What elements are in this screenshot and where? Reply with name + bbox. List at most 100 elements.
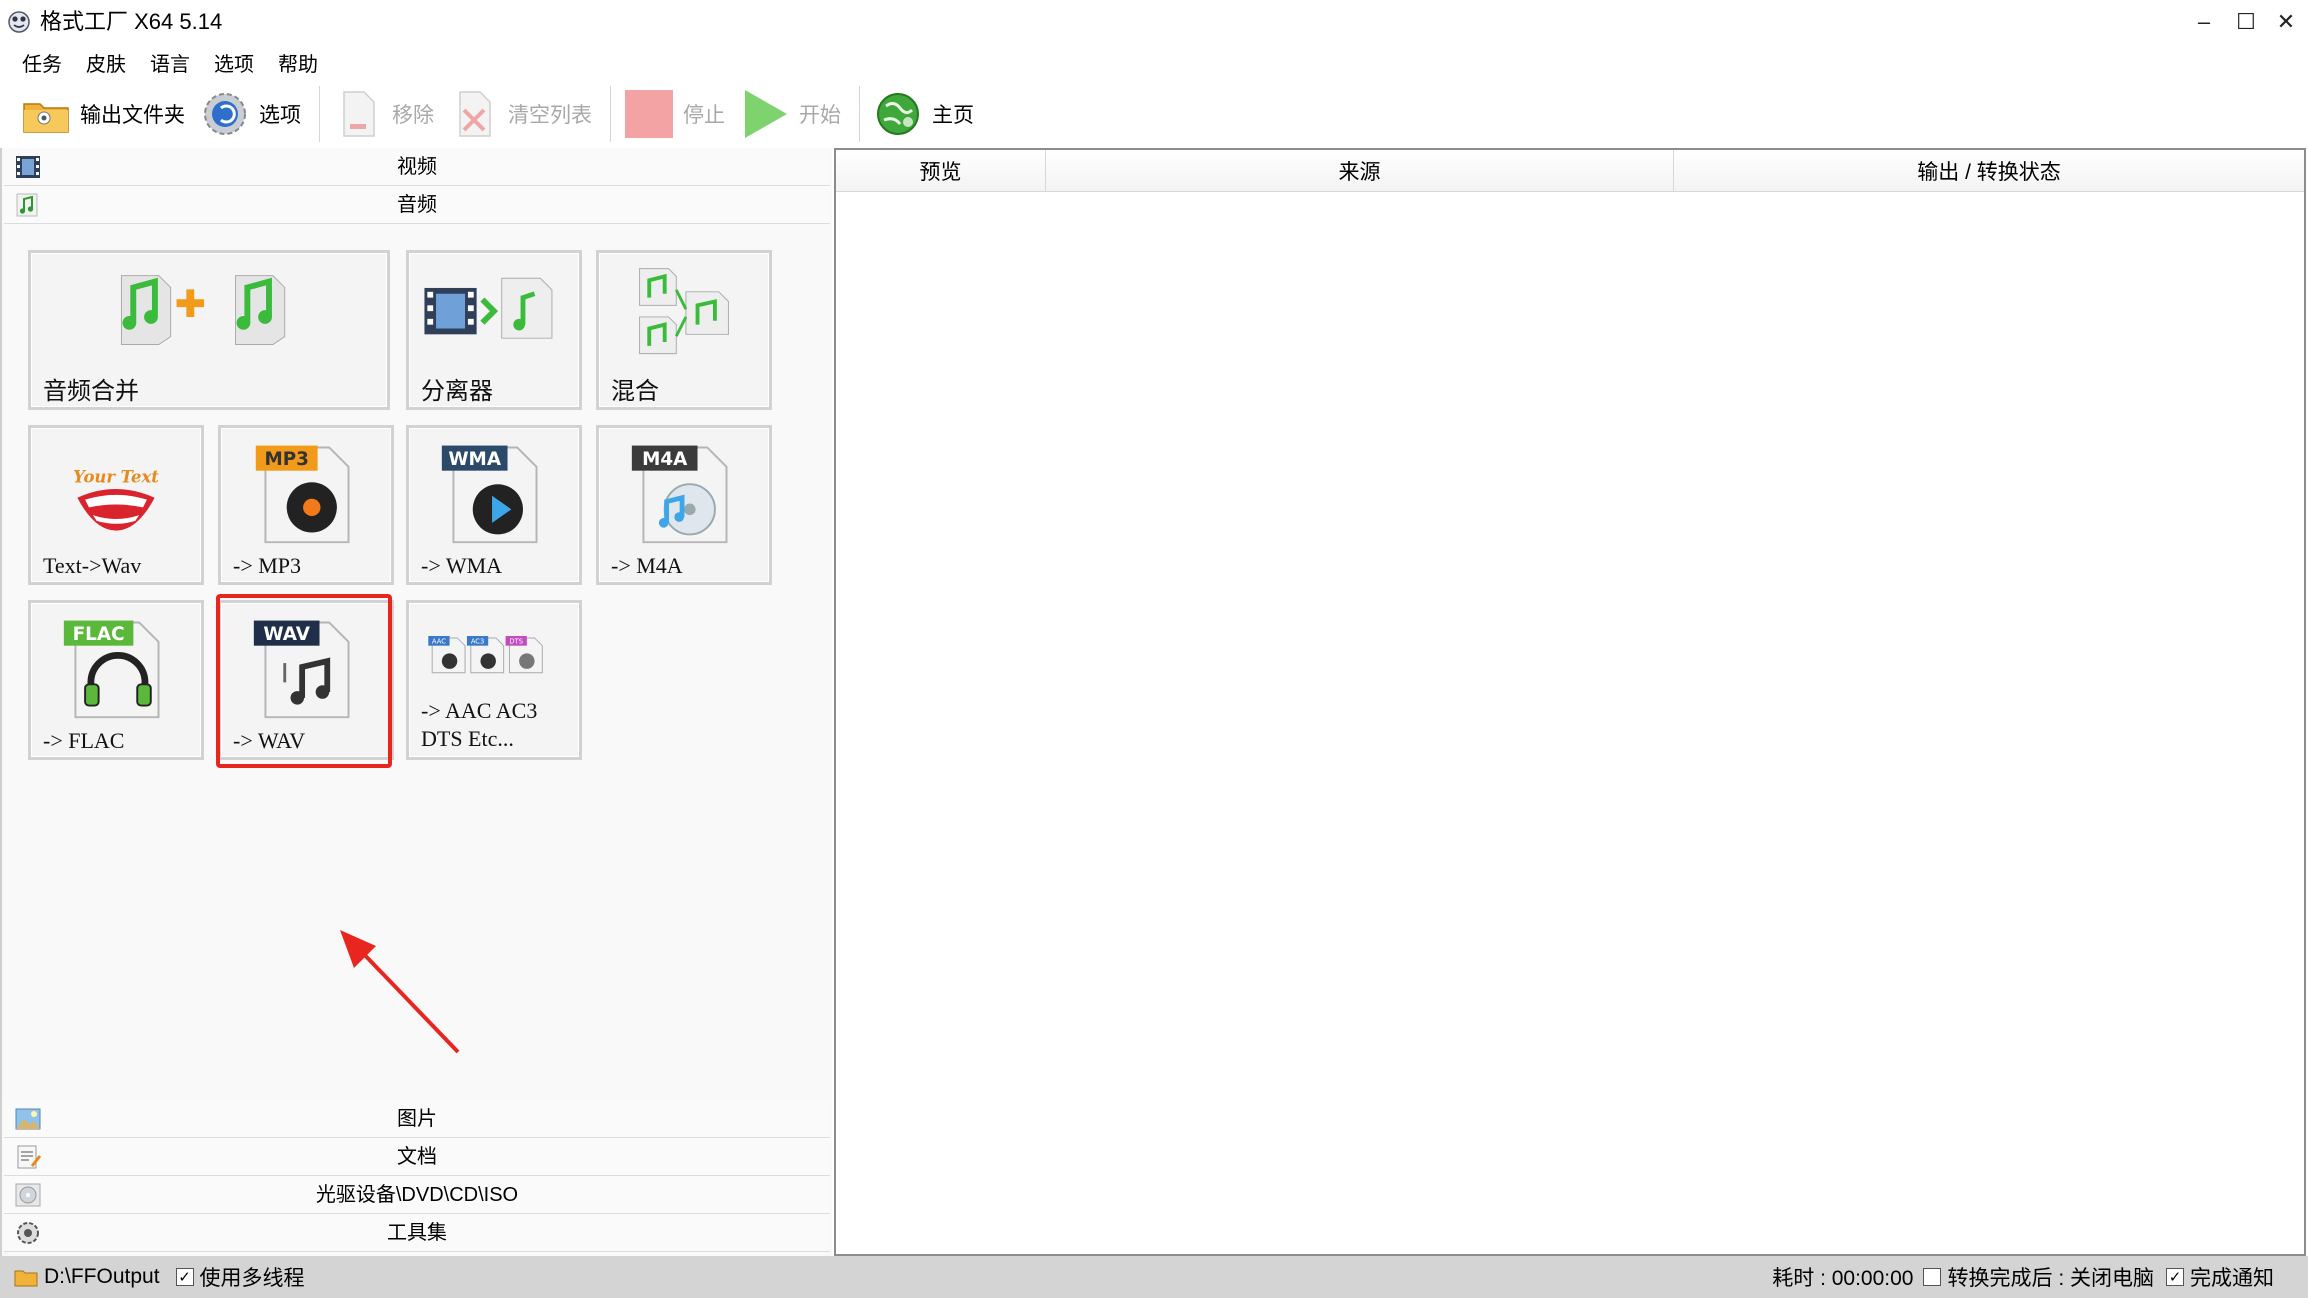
toolbar-divider (859, 86, 860, 142)
category-rom-device-label: 光驱设备\DVD\CD\ISO (315, 1184, 519, 1206)
home-button[interactable]: 主页 (868, 84, 984, 144)
m4a-badge: M4A (642, 449, 688, 470)
folder-icon (14, 1270, 38, 1287)
category-video[interactable]: 视频 (4, 148, 830, 186)
minimize-button[interactable]: – (2184, 6, 2224, 38)
wma-badge: WMA (448, 449, 501, 470)
tile-label: 分离器 (421, 377, 493, 405)
tile-label: -> WMA (421, 553, 503, 578)
menu-task[interactable]: 任务 (22, 48, 62, 77)
maximize-button[interactable]: ☐ (2226, 6, 2266, 38)
tile-label: -> FLAC (43, 728, 125, 753)
menu-help[interactable]: 帮助 (278, 48, 318, 77)
clear-list-label: 清空列表 (508, 104, 592, 127)
category-rom-device[interactable]: 光驱设备\DVD\CD\ISO (4, 1176, 830, 1214)
menu-skin[interactable]: 皮肤 (86, 48, 126, 77)
notify-checkbox[interactable]: ✓ 完成通知 (2166, 1262, 2274, 1292)
after-convert-checkbox[interactable]: 转换完成后 : 关闭电脑 (1923, 1262, 2154, 1292)
toolbar-divider (319, 86, 320, 142)
audio-merge-icon (120, 275, 286, 345)
window-title: 格式工厂 X64 5.14 (40, 9, 223, 34)
mouth-icon: Your Text (73, 467, 159, 531)
remove-label: 移除 (392, 104, 434, 127)
tile-audio-merge[interactable]: 音频合并 (28, 250, 390, 410)
tile-label: -> AAC AC3 DTS Etc... (421, 698, 538, 751)
gear-icon (204, 93, 246, 135)
remove-file-icon (343, 91, 375, 137)
category-picture[interactable]: 图片 (4, 1100, 830, 1138)
category-document-label: 文档 (397, 1146, 437, 1168)
annotation-arrow (340, 930, 460, 1054)
play-icon (745, 90, 787, 138)
category-picture-label: 图片 (397, 1108, 437, 1130)
toolbar-divider (610, 86, 611, 142)
tile-to-wma[interactable]: WMA -> WMA (406, 425, 582, 585)
globe-icon (877, 93, 919, 135)
output-path-link[interactable]: D:\FFOutput (14, 1265, 160, 1289)
menu-bar: 任务 皮肤 语言 选项 帮助 (0, 44, 2308, 80)
tile-label: Text->Wav (43, 553, 142, 578)
tile-to-aac-ac3-dts[interactable]: AAC AC3 DTS -> AAC AC3 DTS Etc... (406, 600, 582, 760)
multithread-label: 使用多线程 (199, 1267, 305, 1290)
after-convert-check-icon (1923, 1268, 1942, 1286)
category-audio[interactable]: 音频 (4, 186, 830, 224)
title-bar: 格式工厂 X64 5.14 – ☐ ✕ (0, 0, 2308, 44)
options-label: 选项 (259, 104, 301, 127)
tile-to-mp3[interactable]: MP3 -> MP3 (218, 425, 394, 585)
folder-icon (23, 103, 69, 133)
tile-to-m4a[interactable]: M4A -> M4A (596, 425, 772, 585)
start-label: 开始 (799, 104, 841, 127)
highlight-box (216, 594, 392, 768)
tile-to-flac[interactable]: FLAC -> FLAC (28, 600, 204, 760)
splitter-icon (424, 277, 553, 339)
m4a-file-icon: M4A (631, 445, 728, 544)
clear-list-icon (459, 91, 491, 137)
output-path: D:\FFOutput (44, 1265, 160, 1288)
multithread-checkbox[interactable]: ✓ 使用多线程 (175, 1262, 305, 1292)
tile-label: 混合 (611, 377, 659, 405)
menu-language[interactable]: 语言 (150, 48, 190, 77)
category-document[interactable]: 文档 (4, 1138, 830, 1176)
tile-label: -> M4A (611, 553, 683, 578)
task-list-panel: 预览 来源 输出 / 转换状态 (834, 148, 2306, 1256)
mp3-badge: MP3 (264, 449, 308, 470)
elapsed-time: 耗时 : 00:00:00 (1772, 1267, 1914, 1290)
aac-badge: AAC (432, 638, 446, 646)
category-audio-label: 音频 (397, 194, 437, 216)
task-list-header: 预览 来源 输出 / 转换状态 (836, 150, 2304, 192)
app-logo-icon (8, 11, 30, 33)
column-preview[interactable]: 预览 (836, 150, 1046, 192)
mp3-file-icon: MP3 (255, 445, 350, 544)
category-tools-label: 工具集 (387, 1222, 447, 1244)
notify-check-icon: ✓ (2166, 1268, 2184, 1286)
conversion-category-panel: 视频 音频 音频合并 分离器 混合 Your Text Text->Wav MP… (0, 148, 832, 1256)
stop-button[interactable]: 停止 (619, 84, 735, 144)
close-button[interactable]: ✕ (2266, 6, 2306, 38)
mix-icon (639, 268, 729, 355)
after-convert-label: 转换完成后 : 关闭电脑 (1947, 1267, 2154, 1290)
tile-splitter[interactable]: 分离器 (406, 250, 582, 410)
tile-label: -> MP3 (233, 553, 302, 578)
output-folder-label: 输出文件夹 (80, 104, 185, 127)
tile-mix[interactable]: 混合 (596, 250, 772, 410)
remove-button[interactable]: 移除 (328, 84, 444, 144)
notify-label: 完成通知 (2190, 1267, 2274, 1290)
category-tools[interactable]: 工具集 (4, 1214, 830, 1252)
stop-label: 停止 (683, 104, 725, 127)
options-button[interactable]: 选项 (195, 84, 311, 144)
output-folder-button[interactable]: 输出文件夹 (16, 84, 195, 144)
flac-file-icon: FLAC (63, 620, 160, 719)
your-text-badge: Your Text (73, 467, 159, 486)
clear-list-button[interactable]: 清空列表 (444, 84, 602, 144)
stop-icon (625, 90, 673, 138)
menu-options[interactable]: 选项 (214, 48, 254, 77)
toolbar: 输出文件夹 选项 移除 清空列表 停止 开始 主页 (0, 80, 2308, 148)
home-label: 主页 (932, 104, 974, 127)
dts-badge: DTS (509, 638, 523, 646)
category-video-label: 视频 (397, 156, 437, 178)
multithread-check-icon: ✓ (175, 1268, 194, 1286)
start-button[interactable]: 开始 (735, 84, 851, 144)
column-source[interactable]: 来源 (1046, 150, 1674, 192)
tile-text-to-wav[interactable]: Your Text Text->Wav (28, 425, 204, 585)
column-output-status[interactable]: 输出 / 转换状态 (1674, 150, 2304, 192)
